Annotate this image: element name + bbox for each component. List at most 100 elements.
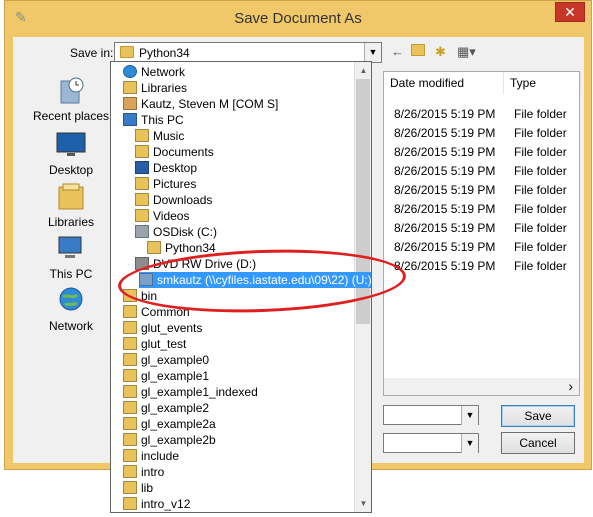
dropdown-item[interactable]: glut_events — [123, 320, 202, 336]
title-bar[interactable]: ✎ Save Document As ✕ — [5, 1, 591, 37]
dropdown-item-label: include — [141, 449, 180, 463]
dvd-drive-icon — [135, 257, 149, 270]
place-label: Recent places — [32, 109, 110, 123]
dropdown-item[interactable]: smkautz (\\cyfiles.iastate.edu\09\22) (U… — [139, 272, 372, 288]
dropdown-item[interactable]: Common — [123, 304, 190, 320]
dropdown-item[interactable]: glut_test — [123, 336, 186, 352]
date-cell: 8/26/2015 5:19 PM — [394, 183, 496, 197]
dropdown-item[interactable]: Pictures — [135, 176, 196, 192]
place-recent-places[interactable]: Recent places — [25, 75, 117, 123]
file-name-combo[interactable]: ▼ — [383, 405, 479, 425]
file-row[interactable]: 8/26/2015 5:19 PM File folder — [384, 181, 581, 200]
file-row[interactable]: 8/26/2015 5:19 PM File folder — [384, 143, 581, 162]
network-drive-icon — [139, 273, 153, 286]
views-menu-icon[interactable]: ▦▾ — [457, 44, 476, 62]
chevron-down-icon[interactable]: ▼ — [461, 434, 478, 453]
type-cell: File folder — [514, 107, 567, 121]
dropdown-item[interactable]: intro — [123, 464, 164, 480]
network-icon — [123, 65, 137, 78]
date-cell: 8/26/2015 5:19 PM — [394, 145, 496, 159]
date-cell: 8/26/2015 5:19 PM — [394, 259, 496, 273]
place-label: Desktop — [48, 163, 94, 177]
folder-icon — [147, 241, 161, 254]
chevron-down-icon[interactable]: ▼ — [364, 43, 381, 62]
place-this-pc[interactable]: This PC — [25, 233, 117, 281]
dropdown-item[interactable]: Videos — [135, 208, 189, 224]
dropdown-item-label: glut_test — [141, 337, 187, 351]
new-folder-icon[interactable]: ✱ — [435, 44, 446, 62]
file-row[interactable]: 8/26/2015 5:19 PM File folder — [384, 105, 581, 124]
cancel-button[interactable]: Cancel — [501, 432, 575, 454]
up-folder-icon[interactable] — [411, 44, 427, 62]
scroll-right-icon[interactable]: › — [568, 378, 573, 394]
folder-icon — [123, 497, 137, 510]
folder-icon — [123, 481, 137, 494]
this-pc-icon — [58, 236, 82, 258]
dropdown-item-label: intro_v12 — [141, 497, 191, 511]
folder-icon — [123, 321, 137, 334]
dropdown-item-label: Common — [141, 305, 190, 319]
dropdown-item-label: Python34 — [165, 241, 216, 255]
recent-places-icon — [60, 77, 84, 104]
save-button[interactable]: Save — [501, 405, 575, 427]
column-header-date-modified[interactable]: Date modified — [384, 72, 504, 94]
scroll-down-icon[interactable]: ▼ — [355, 495, 371, 512]
network-icon — [59, 287, 83, 311]
folder-icon — [123, 305, 137, 318]
back-icon[interactable]: ← — [391, 44, 404, 62]
dropdown-item[interactable]: OSDisk (C:) — [135, 224, 217, 240]
dropdown-item[interactable]: Network — [123, 64, 185, 80]
dropdown-item[interactable]: Desktop — [135, 160, 197, 176]
file-row[interactable]: 8/26/2015 5:19 PM File folder — [384, 257, 581, 276]
horizontal-scrollbar[interactable]: › — [384, 378, 579, 395]
dropdown-item[interactable]: Kautz, Steven M [COM S] — [123, 96, 278, 112]
place-libraries[interactable]: Libraries — [25, 181, 117, 229]
place-network[interactable]: Network — [25, 285, 117, 333]
file-row[interactable]: 8/26/2015 5:19 PM File folder — [384, 162, 581, 181]
type-cell: File folder — [514, 164, 567, 178]
file-row[interactable]: 8/26/2015 5:19 PM File folder — [384, 200, 581, 219]
dropdown-item[interactable]: gl_example2b — [123, 432, 216, 448]
folder-icon — [123, 449, 137, 462]
dropdown-item[interactable]: gl_example1_indexed — [123, 384, 258, 400]
dropdown-item[interactable]: DVD RW Drive (D:) — [135, 256, 256, 272]
dropdown-item[interactable]: Downloads — [135, 192, 212, 208]
scroll-up-icon[interactable]: ▲ — [355, 62, 371, 79]
save-in-combo[interactable]: Python34 ▼ — [114, 42, 382, 63]
dropdown-item[interactable]: This PC — [123, 112, 184, 128]
dropdown-item[interactable]: Documents — [135, 144, 214, 160]
dropdown-item[interactable]: gl_example1 — [123, 368, 209, 384]
save-in-value: Python34 — [139, 46, 190, 60]
dropdown-item-label: Libraries — [141, 81, 188, 95]
dropdown-item[interactable]: Music — [135, 128, 184, 144]
dropdown-item-label: intro — [141, 465, 165, 479]
dropdown-item[interactable]: gl_example2a — [123, 416, 216, 432]
chevron-down-icon[interactable]: ▼ — [461, 406, 478, 425]
dropdown-item-label: Desktop — [153, 161, 198, 175]
file-row[interactable]: 8/26/2015 5:19 PM File folder — [384, 124, 581, 143]
place-desktop[interactable]: Desktop — [25, 129, 117, 177]
dropdown-item[interactable]: lib — [123, 480, 153, 496]
dropdown-item[interactable]: intro_v12 — [123, 496, 190, 512]
dropdown-item-label: smkautz (\\cyfiles.iastate.edu\09\22) (U… — [157, 273, 372, 287]
save-in-dropdown-list[interactable]: ▲ ▼ Network Libraries Kautz, Steven M [COM… — [110, 61, 372, 513]
type-cell: File folder — [514, 240, 567, 254]
dropdown-item[interactable]: Python34 — [147, 240, 216, 256]
dropdown-item[interactable]: Libraries — [123, 80, 187, 96]
dropdown-item-label: lib — [141, 481, 154, 495]
place-label: This PC — [49, 267, 93, 281]
dropdown-item[interactable]: bin — [123, 288, 157, 304]
file-row[interactable]: 8/26/2015 5:19 PM File folder — [384, 219, 581, 238]
dropdown-item[interactable]: gl_example2 — [123, 400, 209, 416]
folder-icon — [123, 417, 137, 430]
date-cell: 8/26/2015 5:19 PM — [394, 107, 496, 121]
save-as-type-combo[interactable]: ▼ — [383, 433, 479, 453]
dropdown-item[interactable]: include — [123, 448, 179, 464]
column-header-type[interactable]: Type — [504, 72, 581, 94]
date-cell: 8/26/2015 5:19 PM — [394, 126, 496, 140]
dropdown-item-label: Network — [141, 65, 186, 79]
file-row[interactable]: 8/26/2015 5:19 PM File folder — [384, 238, 581, 257]
close-button[interactable]: ✕ — [555, 2, 585, 22]
dropdown-item[interactable]: gl_example0 — [123, 352, 209, 368]
file-list[interactable]: Date modified Type 8/26/2015 5:19 PM File… — [383, 71, 581, 396]
